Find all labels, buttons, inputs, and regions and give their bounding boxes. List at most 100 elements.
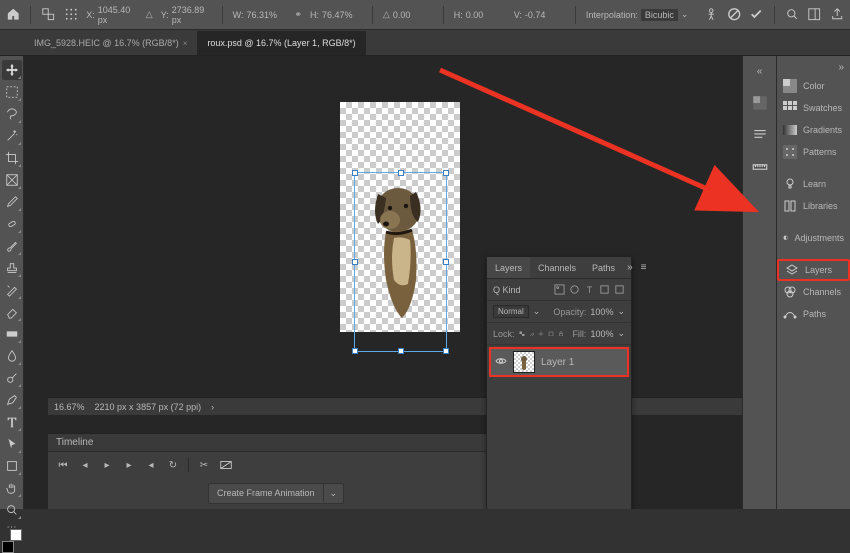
create-frame-animation-button[interactable]: Create Frame Animation ⌄ bbox=[208, 483, 344, 504]
filter-smart-icon[interactable] bbox=[614, 284, 625, 295]
filter-image-icon[interactable] bbox=[554, 284, 565, 295]
patterns-icon bbox=[783, 145, 797, 159]
skew-h-value[interactable]: 0.00 bbox=[466, 10, 506, 20]
chevron-right-icon[interactable]: › bbox=[211, 402, 214, 412]
y-value[interactable]: 2736.89 px bbox=[172, 5, 212, 25]
zoom-level[interactable]: 16.67% bbox=[54, 402, 85, 412]
panel-adjustments[interactable]: Adjustments bbox=[777, 227, 850, 249]
loop-icon[interactable]: ↻ bbox=[166, 458, 180, 472]
audio-icon[interactable]: ◂ bbox=[144, 458, 158, 472]
chevron-down-icon[interactable]: ⌄ bbox=[681, 9, 689, 20]
collapse-icon[interactable]: » bbox=[623, 262, 637, 273]
blend-mode-select[interactable]: Normal bbox=[493, 305, 529, 318]
w-value[interactable]: 76.31% bbox=[246, 10, 286, 20]
handle-mr[interactable] bbox=[443, 259, 449, 265]
lock-transparency-icon[interactable] bbox=[519, 328, 525, 339]
panel-gradients[interactable]: Gradients bbox=[777, 119, 850, 141]
first-frame-icon[interactable]: ⏮ bbox=[56, 458, 70, 472]
filter-shape-icon[interactable] bbox=[599, 284, 610, 295]
fill-label: Fill: bbox=[572, 329, 586, 339]
h-value[interactable]: 76.47% bbox=[322, 10, 362, 20]
prev-frame-icon[interactable]: ◂ bbox=[78, 458, 92, 472]
handle-tr[interactable] bbox=[443, 170, 449, 176]
angle-label: △ bbox=[383, 9, 390, 20]
panel-paths[interactable]: Paths bbox=[777, 303, 850, 325]
color-icon bbox=[783, 79, 797, 93]
tab-roux[interactable]: roux.psd @ 16.7% (Layer 1, RGB/8*) bbox=[197, 31, 365, 55]
tab-channels[interactable]: Channels bbox=[530, 257, 584, 278]
collapse-icon[interactable]: « bbox=[751, 62, 769, 80]
toolbox: ⋯ bbox=[0, 56, 24, 509]
scissors-icon[interactable]: ✂ bbox=[197, 458, 211, 472]
layer-item[interactable]: Layer 1 bbox=[489, 347, 629, 377]
menu-icon[interactable]: ≡ bbox=[637, 262, 651, 273]
handle-tm[interactable] bbox=[398, 170, 404, 176]
lock-all-icon[interactable] bbox=[558, 328, 564, 339]
chevron-down-icon[interactable]: ⌄ bbox=[533, 306, 541, 317]
canvas[interactable]: 16.67% 2210 px x 3857 px (72 ppi) › Time… bbox=[24, 56, 742, 509]
lock-artboard-icon[interactable] bbox=[548, 328, 554, 339]
tab-img5928[interactable]: IMG_5928.HEIC @ 16.7% (RGB/8*)× bbox=[24, 31, 197, 55]
doc-info[interactable]: 2210 px x 3857 px (72 ppi) bbox=[95, 402, 202, 412]
collapse-icon[interactable]: » bbox=[838, 62, 844, 73]
interp-value[interactable]: Bicubic bbox=[641, 9, 678, 21]
visibility-icon[interactable] bbox=[495, 355, 507, 370]
paragraph-icon[interactable] bbox=[751, 126, 769, 144]
filter-adjust-icon[interactable] bbox=[569, 284, 580, 295]
search-icon[interactable] bbox=[785, 7, 799, 23]
layer-name[interactable]: Layer 1 bbox=[541, 357, 574, 368]
transform-box[interactable] bbox=[354, 172, 447, 352]
triangle-icon[interactable]: △ bbox=[146, 9, 153, 20]
ruler-icon[interactable] bbox=[751, 158, 769, 176]
panel-color[interactable]: Color bbox=[777, 75, 850, 97]
swap-icon[interactable] bbox=[41, 7, 55, 23]
layers-panel: Layers Channels Paths » ≡ Q Kind T Norma… bbox=[486, 256, 632, 509]
opacity-value[interactable]: 100% bbox=[590, 307, 613, 317]
chevron-down-icon[interactable]: ⌄ bbox=[617, 306, 625, 317]
angle-value[interactable]: 0.00 bbox=[393, 10, 433, 20]
home-icon[interactable] bbox=[6, 7, 20, 23]
handle-br[interactable] bbox=[443, 348, 449, 354]
adjustments-icon bbox=[783, 231, 788, 245]
close-icon[interactable]: × bbox=[183, 39, 188, 48]
next-frame-icon[interactable]: ▸ bbox=[122, 458, 136, 472]
x-label: X: bbox=[86, 10, 95, 20]
chevron-down-icon[interactable]: ⌄ bbox=[324, 484, 344, 503]
bulb-icon bbox=[783, 177, 797, 191]
skew-h-label: H: bbox=[454, 10, 463, 20]
share-icon[interactable] bbox=[830, 7, 844, 23]
panel-learn[interactable]: Learn bbox=[777, 173, 850, 195]
panel-swatches[interactable]: Swatches bbox=[777, 97, 850, 119]
swatches-icon bbox=[783, 101, 797, 115]
fill-value[interactable]: 100% bbox=[590, 329, 613, 339]
w-label: W: bbox=[233, 10, 244, 20]
x-value[interactable]: 1045.40 px bbox=[98, 5, 138, 25]
handle-bm[interactable] bbox=[398, 348, 404, 354]
transition-icon[interactable] bbox=[219, 458, 233, 472]
tab-paths[interactable]: Paths bbox=[584, 257, 623, 278]
workspace-icon[interactable] bbox=[807, 7, 821, 23]
lock-position-icon[interactable] bbox=[538, 328, 544, 339]
chevron-down-icon[interactable]: ⌄ bbox=[617, 328, 625, 339]
timeline-panel: Timeline ⏮ ◂ ▸ ▸ ◂ ↻ ✂ Create Frame Anim… bbox=[48, 433, 504, 509]
handle-tl[interactable] bbox=[352, 170, 358, 176]
lock-brush-icon[interactable] bbox=[529, 328, 535, 339]
cancel-icon[interactable] bbox=[727, 7, 741, 23]
panel-patterns[interactable]: Patterns bbox=[777, 141, 850, 163]
link-icon[interactable]: ⚭ bbox=[294, 9, 302, 20]
reference-point-icon[interactable] bbox=[64, 7, 78, 23]
skew-v-value[interactable]: -0.74 bbox=[525, 10, 565, 20]
commit-icon[interactable] bbox=[749, 7, 763, 23]
play-icon[interactable]: ▸ bbox=[100, 458, 114, 472]
handle-bl[interactable] bbox=[352, 348, 358, 354]
color-picker-icon[interactable] bbox=[751, 94, 769, 112]
panel-channels[interactable]: Channels bbox=[777, 281, 850, 303]
tab-layers[interactable]: Layers bbox=[487, 257, 530, 278]
handle-ml[interactable] bbox=[352, 259, 358, 265]
libraries-icon bbox=[783, 199, 797, 213]
panel-layers[interactable]: Layers bbox=[777, 259, 850, 281]
lock-label: Lock: bbox=[493, 329, 515, 339]
puppet-icon[interactable] bbox=[704, 7, 718, 23]
panel-libraries[interactable]: Libraries bbox=[777, 195, 850, 217]
filter-type-icon[interactable]: T bbox=[584, 284, 595, 295]
